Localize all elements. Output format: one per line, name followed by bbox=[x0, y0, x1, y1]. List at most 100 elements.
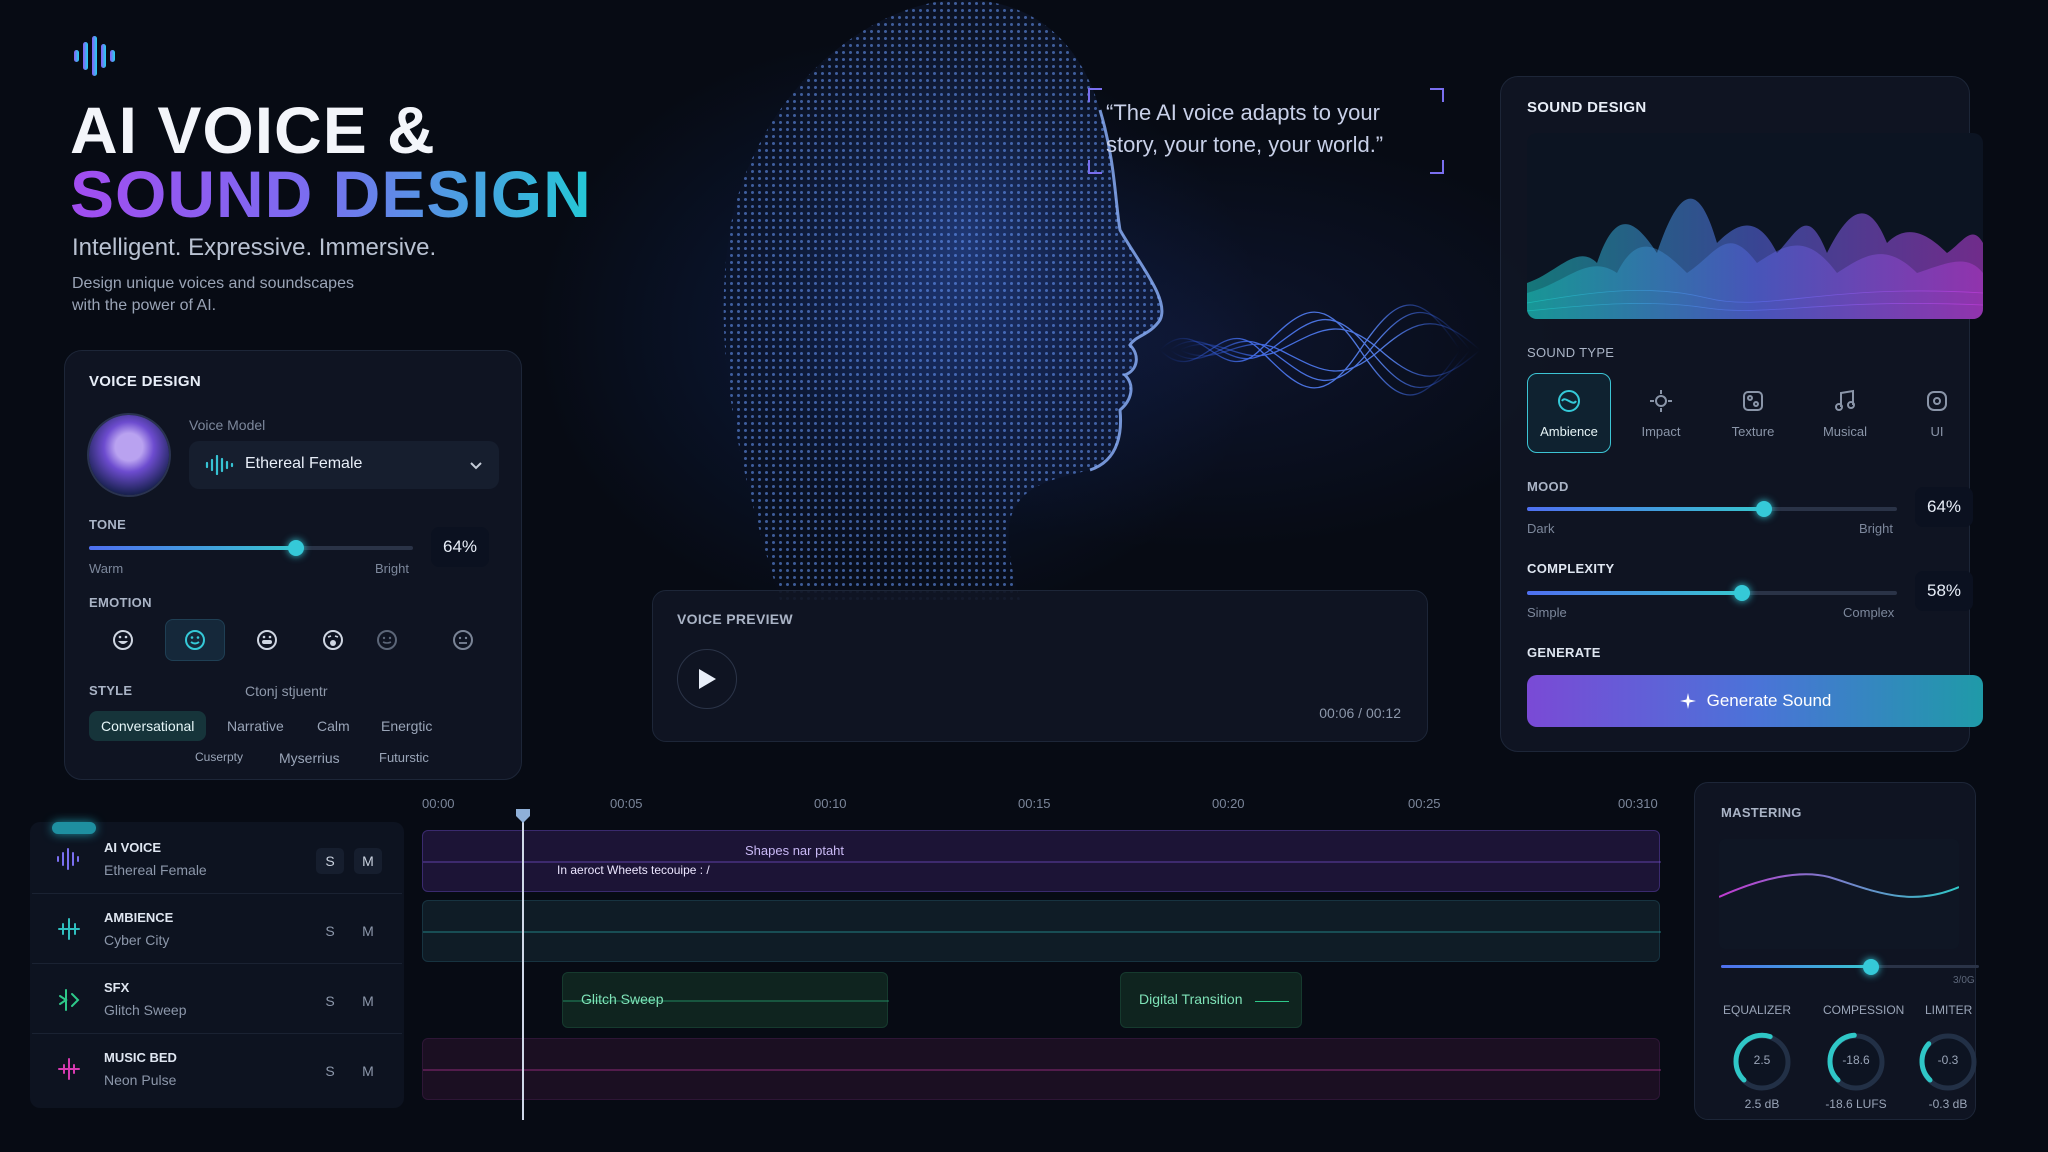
style-chip-curious[interactable]: Cuserpty bbox=[183, 743, 255, 771]
lane-music-bed[interactable] bbox=[422, 1038, 1661, 1100]
complexity-slider-knob[interactable] bbox=[1733, 585, 1750, 601]
lane-waveform bbox=[423, 1052, 1661, 1088]
timeline-tick-4: 00:20 bbox=[1212, 796, 1245, 811]
playhead-handle-icon[interactable] bbox=[515, 808, 531, 824]
track-row-sfx[interactable]: SFX Glitch Sweep S M bbox=[32, 966, 402, 1034]
equalizer-knob[interactable]: 2.5 bbox=[1731, 1031, 1793, 1093]
lane-waveform bbox=[423, 916, 1661, 948]
sound-type-ui-label: UI bbox=[1930, 423, 1944, 439]
tone-slider-knob[interactable] bbox=[288, 540, 305, 556]
sfx-clip-digital-transition[interactable]: Digital Transition bbox=[1120, 972, 1302, 1028]
complexity-slider[interactable] bbox=[1527, 585, 1897, 601]
voice-preview-panel: VOICE PREVIEW 00:06 / 00:12 bbox=[652, 590, 1428, 742]
hero-description-line2: with the power of AI. bbox=[72, 297, 217, 314]
complexity-low-label: Simple bbox=[1527, 605, 1567, 620]
sfx-clip-label: Digital Transition bbox=[1139, 991, 1243, 1007]
tone-label: TONE bbox=[89, 517, 127, 532]
mute-button[interactable]: M bbox=[354, 918, 382, 944]
emotion-calm-icon[interactable] bbox=[357, 619, 417, 661]
style-chip-calm[interactable]: Calm bbox=[305, 711, 362, 741]
lane-ai-voice[interactable]: Shapes nar ptaht In aeroct Wheets tecoui… bbox=[422, 830, 1661, 892]
mute-button[interactable]: M bbox=[354, 1058, 382, 1084]
emotion-neutral-icon[interactable] bbox=[433, 619, 493, 661]
style-chip-conversational[interactable]: Conversational bbox=[89, 711, 207, 741]
tone-high-label: Bright bbox=[375, 561, 409, 576]
emotion-smile-icon[interactable] bbox=[165, 619, 225, 661]
tone-slider[interactable] bbox=[89, 540, 413, 556]
mood-slider[interactable] bbox=[1527, 501, 1897, 517]
mood-slider-knob[interactable] bbox=[1755, 501, 1772, 517]
hero-title-line2: SOUND DESIGN bbox=[70, 157, 592, 231]
style-chip-energetic[interactable]: Energtic bbox=[369, 711, 444, 741]
mute-button[interactable]: M bbox=[354, 988, 382, 1014]
voice-caption-top: Shapes nar ptaht bbox=[745, 843, 845, 858]
sound-type-musical[interactable]: Musical bbox=[1803, 373, 1887, 453]
generate-sound-button[interactable]: Generate Sound bbox=[1527, 675, 1983, 727]
voice-design-panel: VOICE DESIGN Voice Model Ethereal Female… bbox=[64, 350, 522, 780]
ambience-icon bbox=[1558, 389, 1580, 412]
solo-button[interactable]: S bbox=[316, 988, 344, 1014]
sound-type-impact-label: Impact bbox=[1641, 423, 1681, 439]
preview-time: 00:06 / 00:12 bbox=[1319, 705, 1401, 721]
sound-type-impact[interactable]: Impact bbox=[1619, 373, 1703, 453]
solo-button[interactable]: S bbox=[316, 918, 344, 944]
quote-line1: “The AI voice adapts to your bbox=[1106, 100, 1380, 125]
sound-type-label: SOUND TYPE bbox=[1527, 345, 1615, 360]
solo-button[interactable]: S bbox=[316, 848, 344, 874]
complexity-high-label: Complex bbox=[1843, 605, 1895, 620]
ui-icon bbox=[1927, 390, 1947, 411]
style-chip-futuristic[interactable]: Futurstic bbox=[367, 743, 441, 772]
lane-ambience[interactable] bbox=[422, 900, 1661, 962]
sound-type-ui[interactable]: UI bbox=[1895, 373, 1979, 453]
play-button[interactable] bbox=[677, 649, 737, 709]
track-row-ai-voice[interactable]: AI VOICE Ethereal Female S M bbox=[32, 826, 402, 894]
tone-slider-fill bbox=[89, 546, 297, 550]
mood-high-label: Bright bbox=[1859, 521, 1893, 536]
mastering-slider-knob[interactable] bbox=[1862, 959, 1879, 975]
solo-button[interactable]: S bbox=[316, 1058, 344, 1084]
style-chip-mysterious[interactable]: Myserrius bbox=[267, 743, 352, 773]
sfx-track-icon bbox=[59, 989, 80, 1011]
voice-model-select[interactable]: Ethereal Female bbox=[189, 441, 499, 489]
limiter-knob[interactable]: -0.3 bbox=[1917, 1031, 1979, 1093]
sparkle-icon bbox=[1679, 693, 1696, 709]
emotion-happy-icon[interactable] bbox=[93, 619, 153, 661]
track-source: Ethereal Female bbox=[104, 862, 207, 878]
impact-icon bbox=[1650, 389, 1672, 412]
tone-value: 64% bbox=[431, 527, 490, 567]
style-chip-narrative[interactable]: Narrative bbox=[215, 711, 296, 741]
playhead[interactable] bbox=[522, 810, 524, 1120]
track-row-ambience[interactable]: AMBIENCE Cyber City S M bbox=[32, 896, 402, 964]
sound-landscape-visualization bbox=[1527, 133, 1983, 319]
mood-label: MOOD bbox=[1527, 479, 1569, 494]
emotion-grin-icon[interactable] bbox=[237, 619, 297, 661]
complexity-label: COMPLEXITY bbox=[1527, 561, 1615, 576]
compression-knob[interactable]: -18.6 bbox=[1825, 1031, 1887, 1093]
mastering-curve bbox=[1719, 839, 1959, 949]
generate-sound-label: Generate Sound bbox=[1706, 691, 1832, 710]
complexity-slider-fill bbox=[1527, 591, 1742, 595]
sfx-clip-label: Glitch Sweep bbox=[581, 991, 664, 1007]
sound-type-ambience[interactable]: Ambience bbox=[1527, 373, 1611, 453]
mastering-slider-fill bbox=[1721, 965, 1871, 968]
texture-icon bbox=[1743, 390, 1763, 411]
mute-button[interactable]: M bbox=[354, 848, 382, 874]
track-source: Cyber City bbox=[104, 932, 170, 948]
track-row-music-bed[interactable]: MUSIC BED Neon Pulse S M bbox=[32, 1036, 402, 1104]
style-heading-garbled: Ctonj stjuentr bbox=[245, 683, 328, 699]
sound-type-texture[interactable]: Texture bbox=[1711, 373, 1795, 453]
voice-model-label: Voice Model bbox=[189, 417, 266, 433]
ambience-track-icon bbox=[58, 918, 80, 940]
emotion-excited-icon[interactable] bbox=[303, 619, 363, 661]
track-name: SFX bbox=[104, 980, 130, 995]
timeline-tick-3: 00:15 bbox=[1018, 796, 1051, 811]
voice-preview-waveform[interactable] bbox=[757, 643, 1407, 713]
style-label: STYLE bbox=[89, 683, 133, 698]
hero-tagline: Intelligent. Expressive. Immersive. bbox=[72, 234, 437, 261]
limiter-label: LIMITER bbox=[1925, 1003, 1973, 1017]
emotion-label: EMOTION bbox=[89, 595, 152, 610]
sfx-clip-glitch-sweep[interactable]: Glitch Sweep bbox=[562, 972, 889, 1028]
mastering-slider[interactable] bbox=[1721, 959, 1979, 975]
voice-avatar[interactable] bbox=[89, 415, 169, 495]
mastering-slider-end: 3/0G bbox=[1953, 975, 1975, 986]
